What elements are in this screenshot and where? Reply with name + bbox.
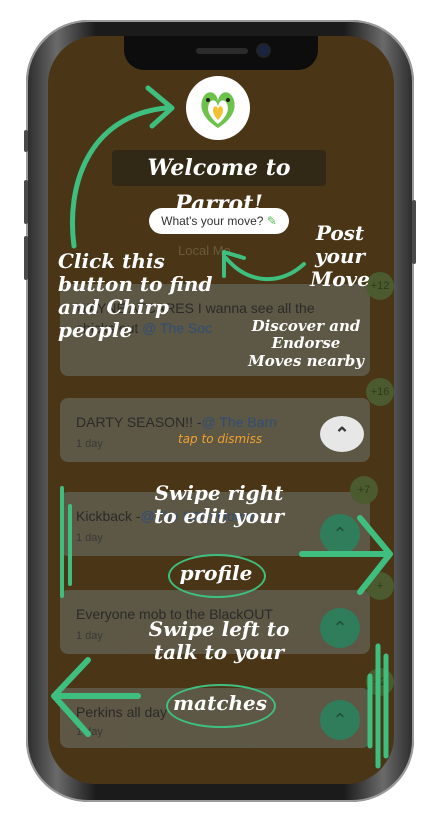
profile-label: profile — [179, 561, 253, 585]
power-button — [412, 200, 416, 264]
volume-up-button — [24, 180, 28, 224]
volume-down-button — [24, 236, 28, 280]
front-camera — [258, 45, 269, 56]
mute-switch — [24, 130, 28, 152]
post-move-annotation: Post your Move — [310, 221, 370, 291]
matches-label: matches — [172, 691, 268, 715]
swipe-left-annotation: Swipe left to talk to your — [148, 617, 290, 664]
chirp-annotation: Click this button to find and Chirp peop… — [58, 249, 213, 342]
swipe-right-annotation: Swipe right to edit your — [153, 481, 285, 528]
dismiss-hint[interactable]: tap to dismiss — [178, 432, 262, 446]
dismiss-tutorial-button[interactable]: ⌃ — [320, 416, 364, 452]
discover-annotation: Discover and Endorse Moves nearby — [248, 317, 364, 370]
app-screen: Local Mo... WAYNE ATCARES I wanna see al… — [48, 36, 394, 784]
phone-notch — [124, 36, 318, 70]
tutorial-arrows — [51, 85, 393, 769]
speaker-grille — [196, 48, 248, 54]
